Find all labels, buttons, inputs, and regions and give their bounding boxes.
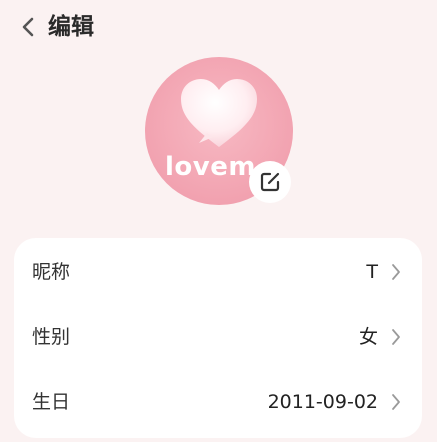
- back-button[interactable]: [14, 13, 42, 41]
- gender-label: 性别: [32, 326, 71, 348]
- chevron-left-icon: [22, 17, 34, 37]
- gender-row[interactable]: 性别 女: [14, 305, 422, 369]
- header-bar: 编辑: [0, 0, 437, 56]
- edit-icon: [260, 172, 280, 192]
- profile-card: 昵称 T 性别 女 生日 2011-09-02: [14, 238, 422, 438]
- birthday-value: 2011-09-02: [267, 391, 378, 413]
- avatar-text: lovem: [165, 152, 256, 182]
- nickname-value: T: [366, 261, 378, 283]
- edit-avatar-button[interactable]: [249, 161, 291, 203]
- page-title: 编辑: [48, 14, 94, 40]
- chevron-right-icon: [392, 264, 400, 280]
- nickname-row[interactable]: 昵称 T: [14, 240, 422, 304]
- birthday-label: 生日: [32, 391, 71, 413]
- heart-icon: [181, 79, 257, 147]
- chevron-right-icon: [392, 394, 400, 410]
- nickname-label: 昵称: [32, 261, 71, 283]
- chevron-right-icon: [392, 329, 400, 345]
- gender-value: 女: [358, 326, 378, 348]
- birthday-row[interactable]: 生日 2011-09-02: [14, 370, 422, 434]
- avatar-section: lovem: [145, 57, 293, 205]
